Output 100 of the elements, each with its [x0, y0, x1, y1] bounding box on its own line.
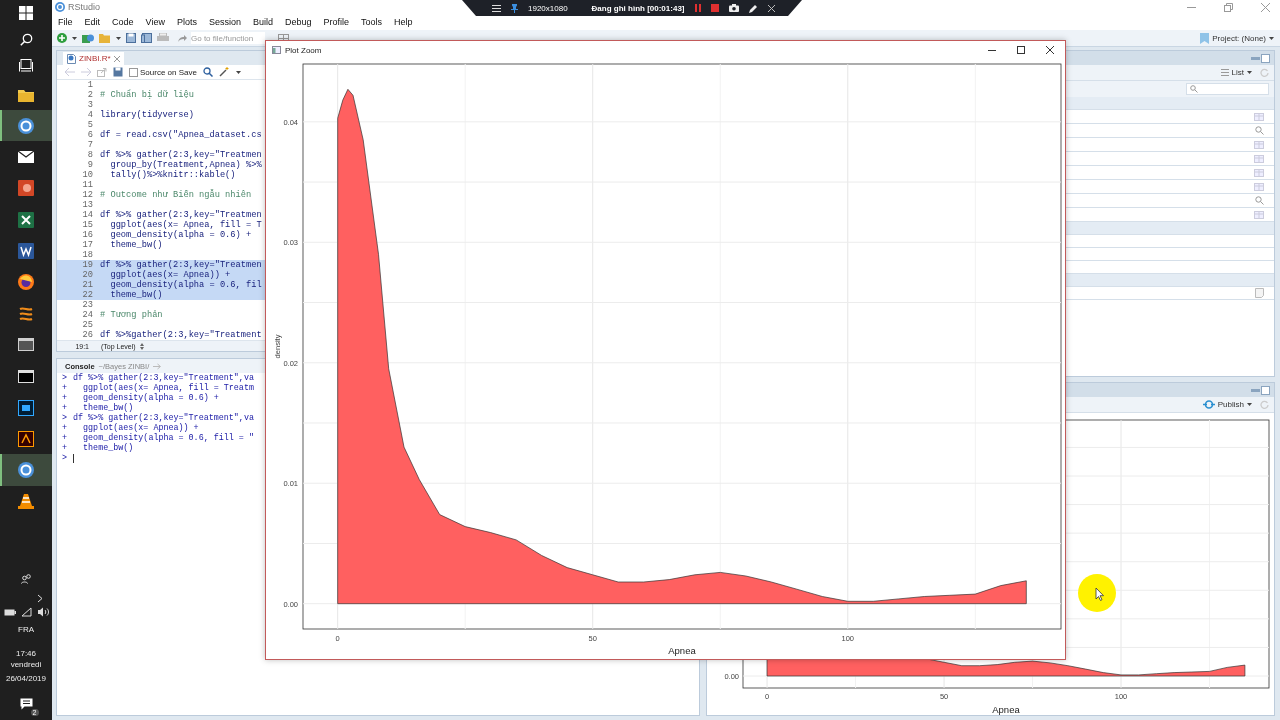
line-number: 10 [81, 170, 93, 180]
project-icon[interactable] [82, 33, 94, 43]
axis-title: Apnea [668, 645, 696, 656]
caret-icon[interactable] [116, 36, 121, 40]
mouse-cursor-icon [1078, 574, 1116, 612]
pause-icon[interactable] [694, 4, 701, 12]
close-icon[interactable] [1046, 46, 1054, 54]
recording-status: Đang ghi hình [00:01:43] [591, 3, 685, 13]
new-file-icon[interactable] [57, 33, 67, 43]
taskbar-button[interactable] [0, 110, 52, 142]
menu-item[interactable]: Build [252, 17, 273, 27]
pin-icon[interactable] [511, 3, 518, 13]
network-icon[interactable] [20, 607, 32, 617]
maximize-icon[interactable] [1017, 46, 1025, 54]
maximize-pane-icon[interactable] [1261, 385, 1270, 395]
search-field[interactable] [1186, 83, 1269, 95]
code-line: df %>%gather(2:3,key="Treatment [100, 330, 262, 340]
view-mode-label: List [1231, 68, 1244, 77]
caret-icon[interactable] [72, 36, 77, 40]
cone-icon [18, 493, 34, 510]
line-number: 21 [81, 280, 93, 290]
menu-item[interactable]: View [145, 17, 165, 27]
window-title: Plot Zoom [285, 45, 322, 55]
code-line: df = read.csv("Apnea_dataset.cs [100, 130, 262, 140]
taskbar-button[interactable] [0, 454, 52, 486]
checkbox-label[interactable]: Source on Save [140, 67, 197, 77]
go-to-file-field[interactable]: Go to file/function [191, 32, 265, 44]
save-icon[interactable] [113, 67, 123, 77]
rstudio-icon [18, 117, 34, 134]
search-icon[interactable] [202, 67, 213, 77]
console-line: df %>% gather(2:3,key="Treatment",va [73, 373, 254, 383]
console-line: ggplot(aes(x= Apnea)) + [82, 423, 199, 433]
line-number: 20 [81, 270, 93, 280]
chevron-icon[interactable] [37, 594, 43, 603]
line-number: 3 [86, 100, 93, 110]
clock-date[interactable]: 26/04/2019 [5, 674, 46, 684]
project-icon [1200, 32, 1210, 44]
resolution-label: 1920x1080 [528, 3, 568, 13]
menu-item[interactable]: File [58, 17, 73, 27]
menu-icon[interactable] [492, 4, 501, 12]
menu-item[interactable]: Debug [284, 17, 312, 27]
caret-icon[interactable] [235, 70, 241, 74]
menu-item[interactable]: Profile [323, 17, 349, 27]
menu-item[interactable]: Tools [361, 17, 383, 27]
window-icon [18, 338, 34, 352]
line-number: 9 [86, 160, 93, 170]
menu-item[interactable]: Edit [84, 17, 101, 27]
line-number: 19 [81, 260, 93, 270]
console-line: geom_density(alpha = 0.6, fill = " [82, 433, 254, 443]
people-icon[interactable] [20, 574, 32, 584]
save-all-icon[interactable] [141, 33, 152, 43]
menu-item[interactable]: Session [208, 17, 241, 27]
publish-icon [1202, 400, 1215, 409]
line-number: 1 [86, 80, 93, 90]
line-number: 18 [81, 250, 93, 260]
view-mode-menu[interactable]: List [1220, 68, 1252, 77]
console-line: ggplot(aes(x= Apnea, fill = Treatm [82, 383, 254, 393]
console-prompt: > [62, 413, 69, 423]
line-number: 15 [81, 220, 93, 230]
stop-icon[interactable] [710, 4, 719, 12]
console-prompt: + [62, 433, 69, 443]
updown-icon[interactable] [139, 342, 144, 350]
search-icon [19, 32, 33, 46]
code-line: ggplot(aes(x= Apnea)) + [109, 270, 231, 280]
stripes-icon [19, 305, 33, 322]
code-line: group_by(Treatment,Apnea) %>% [109, 160, 262, 170]
console-prompt: + [62, 423, 69, 433]
publish-menu[interactable]: Publish [1202, 400, 1252, 409]
code-line: df %>% gather(2:3,key="Treatmen [100, 210, 262, 220]
battery-icon[interactable] [3, 608, 16, 616]
line-number: 6 [86, 130, 93, 140]
clock-day[interactable]: vendredi [10, 660, 42, 670]
editor-tab[interactable]: ZINBI.R* [63, 52, 124, 65]
code-line: theme_bw() [109, 240, 163, 250]
line-number: 25 [81, 320, 93, 330]
console-line: df %>% gather(2:3,key="Treatment",va [73, 413, 254, 423]
magic-wand-icon[interactable] [218, 67, 230, 77]
restore-icon[interactable] [1224, 2, 1233, 12]
presentation-icon [18, 180, 34, 197]
close-icon[interactable] [767, 4, 775, 12]
camera-icon[interactable] [728, 4, 739, 12]
r-file-icon [67, 53, 76, 64]
project-menu[interactable]: Project: (None) [1200, 32, 1274, 44]
save-icon[interactable] [126, 33, 136, 43]
maximize-pane-icon[interactable] [1261, 53, 1270, 63]
menu-item[interactable]: Code [112, 17, 134, 27]
notification-icon[interactable] [19, 698, 33, 710]
menu-item[interactable]: Plots [176, 17, 197, 27]
volume-icon[interactable] [36, 607, 49, 617]
text-cursor [73, 453, 74, 463]
project-label: Project: (None) [1212, 33, 1266, 43]
code-comment: # Tương phản [100, 310, 163, 320]
menu-item[interactable]: Help [394, 17, 413, 27]
clock-time[interactable]: 17:46 [16, 649, 36, 659]
caret-icon [1247, 71, 1252, 74]
language-indicator[interactable]: FRA [18, 625, 34, 635]
checkbox[interactable] [129, 67, 138, 77]
line-number: 22 [81, 290, 93, 300]
rstudio-icon [18, 462, 34, 479]
document-icon [18, 243, 34, 259]
